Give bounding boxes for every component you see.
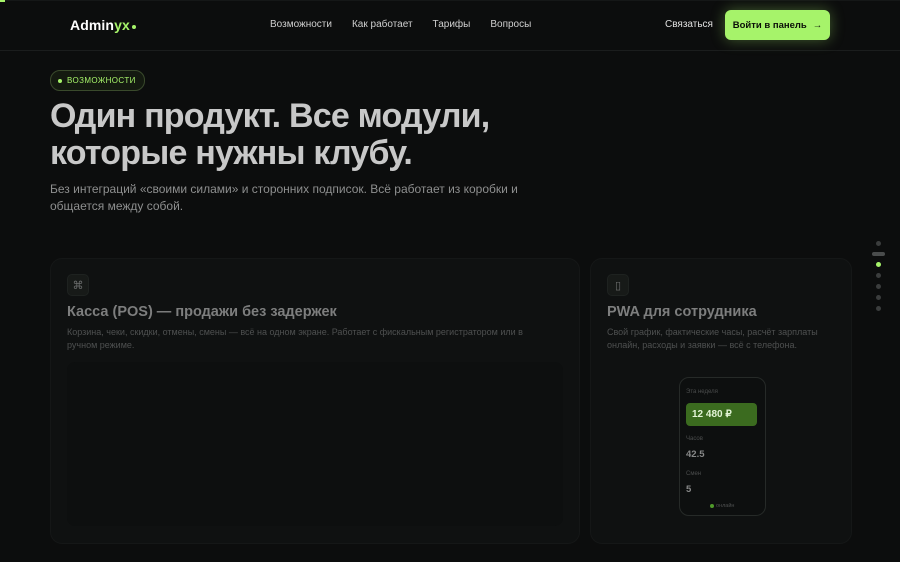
contact-link[interactable]: Связаться [665,19,713,30]
pagination-dot[interactable] [876,295,881,300]
nav-item-how-it-works[interactable]: Как работает [352,19,413,30]
hours-value: 42.5 [686,449,705,460]
pagination-dot[interactable] [876,306,881,311]
shifts-label: Смен [686,471,702,477]
online-dot-icon [710,504,714,508]
phone-icon: ▯ [607,274,629,296]
feature-card-pwa: ▯ PWA для сотрудника Свой график, фактич… [590,258,852,544]
logo-text: Admin [70,17,115,33]
online-status: онлайн [710,503,734,509]
arrow-right-icon: → [812,19,823,31]
card-description: Свой график, фактические часы, расчёт за… [607,327,818,350]
section-badge: ВОЗМОЖНОСТИ [50,70,145,91]
hero-title: Один продукт. Все модули, которые нужны … [50,98,610,172]
pagination-dot[interactable] [872,252,885,256]
online-label: онлайн [716,503,735,509]
site-header: Adminyx Возможности Как работает Тарифы … [0,0,900,51]
period-label: Эта неделя [686,389,718,395]
pagination-dot[interactable] [876,262,881,267]
hours-label: Часов [686,436,703,442]
section-pagination [872,241,885,311]
card-title: Касса (POS) — продажи без задержек [67,304,337,320]
pos-preview-area [67,362,563,526]
nav-item-features[interactable]: Возможности [270,19,332,30]
nav-item-pricing[interactable]: Тарифы [433,19,471,30]
login-panel-label: Войти в панель [732,19,807,31]
phone-mockup: Эта неделя 12 480 ₽ Часов 42.5 Смен 5 он… [679,377,766,516]
pagination-dot[interactable] [876,273,881,278]
card-title: PWA для сотрудника [607,304,757,320]
card-description: Корзина, чеки, скидки, отмены, смены — в… [67,327,523,350]
hero-title-line2: которые нужны клубу. [50,134,413,172]
main-nav: Возможности Как работает Тарифы Вопросы [270,19,531,30]
command-icon: ⌘ [67,274,89,296]
earnings-amount: 12 480 ₽ [686,403,757,426]
hero-subtitle: Без интеграций «своими силами» и сторонн… [50,182,518,213]
logo-dot [131,25,136,29]
login-panel-button[interactable]: Войти в панель → [725,10,830,40]
pagination-dot[interactable] [876,241,881,246]
nav-item-faq[interactable]: Вопросы [490,19,531,30]
logo-accent: yx [114,17,130,33]
feature-card-pos: ⌘ Касса (POS) — продажи без задержек Кор… [50,258,580,544]
logo[interactable]: Adminyx [70,17,136,33]
badge-label: ВОЗМОЖНОСТИ [67,76,136,85]
badge-dot [58,78,62,83]
hero-title-line1: Один продукт. Все модули, [50,97,490,135]
shifts-value: 5 [686,484,692,495]
pagination-dot[interactable] [876,284,881,289]
